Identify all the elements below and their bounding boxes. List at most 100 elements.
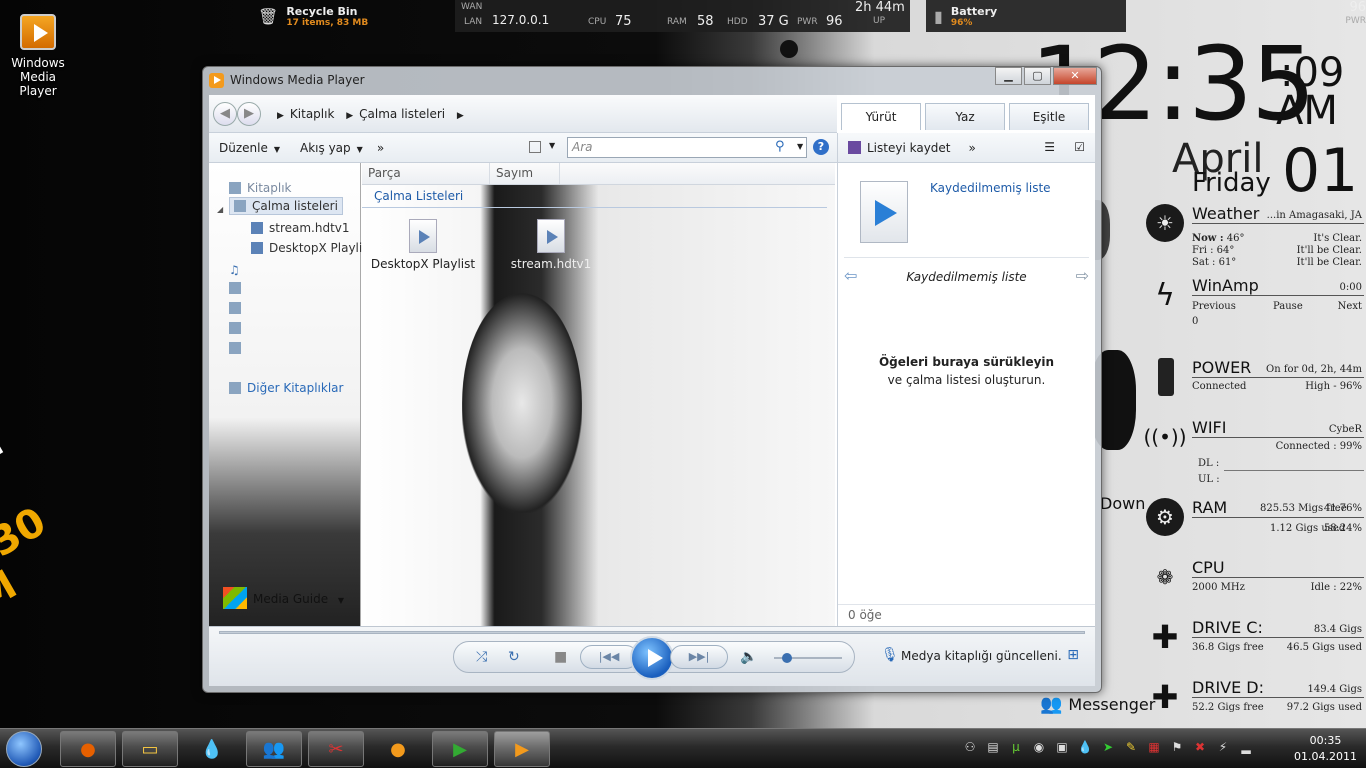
player-controls: ⤮ ↻ ■ |◀◀ ▶▶| 🔈 🎙 Medya kitaplığı güncel…: [209, 626, 1095, 686]
stream-menu[interactable]: Akış yap ▼: [300, 141, 363, 155]
search-icon[interactable]: ⚲: [775, 139, 785, 154]
collapse-arrow-icon[interactable]: ◢: [217, 205, 223, 214]
list-options-icon[interactable]: ☰: [1044, 140, 1055, 154]
view-options-dropdown[interactable]: ▼: [549, 141, 555, 150]
firefox-icon: ●: [80, 738, 96, 760]
tree-library[interactable]: Kitaplık: [229, 181, 292, 195]
messenger-label[interactable]: 👥 Messenger: [1040, 694, 1155, 715]
tree-other-libraries[interactable]: Diğer Kitaplıklar: [229, 381, 343, 395]
column-track[interactable]: Parça: [362, 163, 490, 184]
ram-gadget[interactable]: ⚙ RAM 825.53 Migs free 41.76% 1.12 Gigs …: [1146, 498, 1364, 538]
breadcrumb-playlists[interactable]: Çalma listeleri: [359, 107, 445, 121]
media-guide-button[interactable]: Media Guide ▼: [223, 587, 344, 609]
volume-slider[interactable]: [774, 653, 842, 663]
more-options-button[interactable]: »: [969, 141, 976, 155]
winamp-gadget[interactable]: ϟ WinAmp 0:00 Previous Pause Next 0: [1146, 276, 1364, 328]
media-center-taskbar-button[interactable]: ▶: [432, 731, 488, 767]
system-tray: ⚇ ▤ µ ◉ ▣ 💧 ➤ ✎ ▦ ⚑ ✖ ⚡ ▂: [962, 739, 1261, 755]
view-options-icon[interactable]: [529, 141, 541, 153]
volume-icon[interactable]: 🔈: [740, 649, 757, 665]
power-gadget[interactable]: POWER On for 0d, 2h, 44m Connected High …: [1146, 358, 1364, 398]
recycle-bin-widget[interactable]: 🗑 Recycle Bin 17 items, 83 MB: [250, 0, 455, 32]
tab-burn[interactable]: Yaz: [925, 103, 1005, 130]
drop-icon[interactable]: 💧: [1077, 739, 1093, 755]
flag-icon[interactable]: ⚑: [1169, 739, 1185, 755]
switch-to-now-playing-icon[interactable]: ⊞: [1067, 647, 1079, 663]
users-icon[interactable]: ⚇: [962, 739, 978, 755]
tree-videos[interactable]: [229, 281, 247, 295]
cpu-gadget[interactable]: ❁ CPU 2000 MHz Idle : 22%: [1146, 558, 1364, 598]
monitor-icon[interactable]: ▣: [1054, 739, 1070, 755]
clear-list-icon[interactable]: ☑: [1074, 140, 1085, 154]
winamp-pause[interactable]: Pause: [1273, 301, 1303, 312]
arrow-icon[interactable]: ➤: [1100, 739, 1116, 755]
water-drop-icon: 💧: [200, 738, 224, 760]
more-commands-button[interactable]: »: [377, 141, 384, 155]
maximize-button[interactable]: ▢: [1024, 67, 1051, 85]
tree-playlists[interactable]: Çalma listeleri: [229, 197, 343, 215]
pen-icon[interactable]: ✎: [1123, 739, 1139, 755]
volume-knob[interactable]: [782, 653, 792, 663]
snipping-taskbar-button[interactable]: ✂: [308, 731, 364, 767]
utorrent-icon[interactable]: µ: [1008, 739, 1024, 755]
tree-other-media[interactable]: [229, 341, 247, 355]
winamp-next[interactable]: Next: [1338, 301, 1362, 312]
organize-menu[interactable]: Düzenle ▼: [219, 141, 280, 155]
audio-icon[interactable]: ◉: [1031, 739, 1047, 755]
start-button[interactable]: [6, 731, 42, 767]
back-button[interactable]: ◀: [213, 101, 237, 126]
explorer-taskbar-button[interactable]: ▭: [122, 731, 178, 767]
drive-d-gadget[interactable]: ✚ DRIVE D: 149.4 Gigs 52.2 Gigs free 97.…: [1146, 678, 1364, 718]
signal-icon[interactable]: ▂: [1238, 739, 1254, 755]
drive-c-gadget[interactable]: ✚ DRIVE C: 83.4 Gigs 36.8 Gigs free 46.5…: [1146, 618, 1364, 658]
unsaved-list-link[interactable]: Kaydedilmemiş liste: [930, 181, 1051, 195]
seek-bar[interactable]: [219, 631, 1085, 634]
firefox-taskbar-button[interactable]: ●: [60, 731, 116, 767]
taskbar-clock[interactable]: 00:35 01.04.2011: [1294, 733, 1357, 765]
network-icon[interactable]: ✖: [1192, 739, 1208, 755]
tree-playlist-item[interactable]: stream.hdtv1: [251, 221, 350, 235]
power-icon[interactable]: ⚡: [1215, 739, 1231, 755]
messenger-taskbar-button[interactable]: 👥: [246, 731, 302, 767]
minimize-button[interactable]: ▁: [995, 67, 1022, 85]
tab-play[interactable]: Yürüt: [841, 103, 921, 130]
desktop-icon-wmp[interactable]: Windows Media Player: [2, 12, 74, 98]
breadcrumb-library[interactable]: Kitaplık: [290, 107, 335, 121]
search-dropdown[interactable]: ▼: [797, 142, 803, 151]
repeat-icon[interactable]: ↻: [508, 649, 520, 665]
app-taskbar-button[interactable]: ●: [370, 731, 426, 767]
stop-icon[interactable]: ■: [554, 649, 567, 665]
drop-zone[interactable]: Öğeleri buraya sürükleyin ve çalma liste…: [838, 353, 1095, 389]
previous-list-arrow-icon[interactable]: ⇦: [844, 266, 857, 285]
save-list-button[interactable]: Listeyi kaydet: [867, 141, 951, 155]
navigation-bar: ◀ ▶ ▶ Kitaplık ▶ Çalma listeleri ▶: [209, 95, 837, 133]
chevron-right-icon[interactable]: ▶: [457, 111, 464, 121]
playlist-tile[interactable]: stream.hdtv1: [496, 219, 606, 271]
tree-recorded-tv[interactable]: [229, 321, 247, 335]
forward-button[interactable]: ▶: [237, 101, 261, 126]
tree-playlist-item[interactable]: DesktopX Playlist: [251, 241, 373, 255]
winamp-previous[interactable]: Previous: [1192, 301, 1236, 312]
next-list-arrow-icon[interactable]: ⇨: [1076, 266, 1089, 285]
tree-music[interactable]: ♫: [229, 261, 247, 277]
column-count[interactable]: Sayım: [490, 163, 560, 184]
stamp-icon[interactable]: ▦: [1146, 739, 1162, 755]
tree-pictures[interactable]: [229, 301, 247, 315]
weather-gadget[interactable]: ☀ Weather ...in Amagasaki, JA Now : 46° …: [1146, 204, 1364, 268]
search-input[interactable]: Ara: [567, 137, 807, 158]
wmp-taskbar-button[interactable]: ▶: [494, 731, 550, 767]
wmp-window[interactable]: Windows Media Player ▁ ▢ ✕ ◀ ▶ ▶ Kitaplık…: [202, 66, 1102, 693]
close-button[interactable]: ✕: [1053, 67, 1097, 85]
clipboard-icon[interactable]: ▤: [985, 739, 1001, 755]
playlist-tile[interactable]: DesktopX Playlist: [368, 219, 478, 271]
shuffle-icon[interactable]: ⤮: [476, 649, 487, 665]
next-button[interactable]: ▶▶|: [670, 645, 728, 669]
help-icon[interactable]: ?: [813, 139, 829, 155]
wmp-titlebar[interactable]: Windows Media Player ▁ ▢ ✕: [203, 67, 1101, 93]
music-icon: ♫: [229, 263, 240, 277]
transport-controls: ⤮ ↻ ■ |◀◀ ▶▶| 🔈: [453, 636, 855, 680]
play-button[interactable]: [630, 636, 674, 680]
wifi-gadget[interactable]: ((•)) WIFI CybeR Connected : 99% DL : UL…: [1144, 418, 1364, 486]
drop-taskbar-button[interactable]: 💧: [184, 731, 240, 767]
tab-sync[interactable]: Eşitle: [1009, 103, 1089, 130]
